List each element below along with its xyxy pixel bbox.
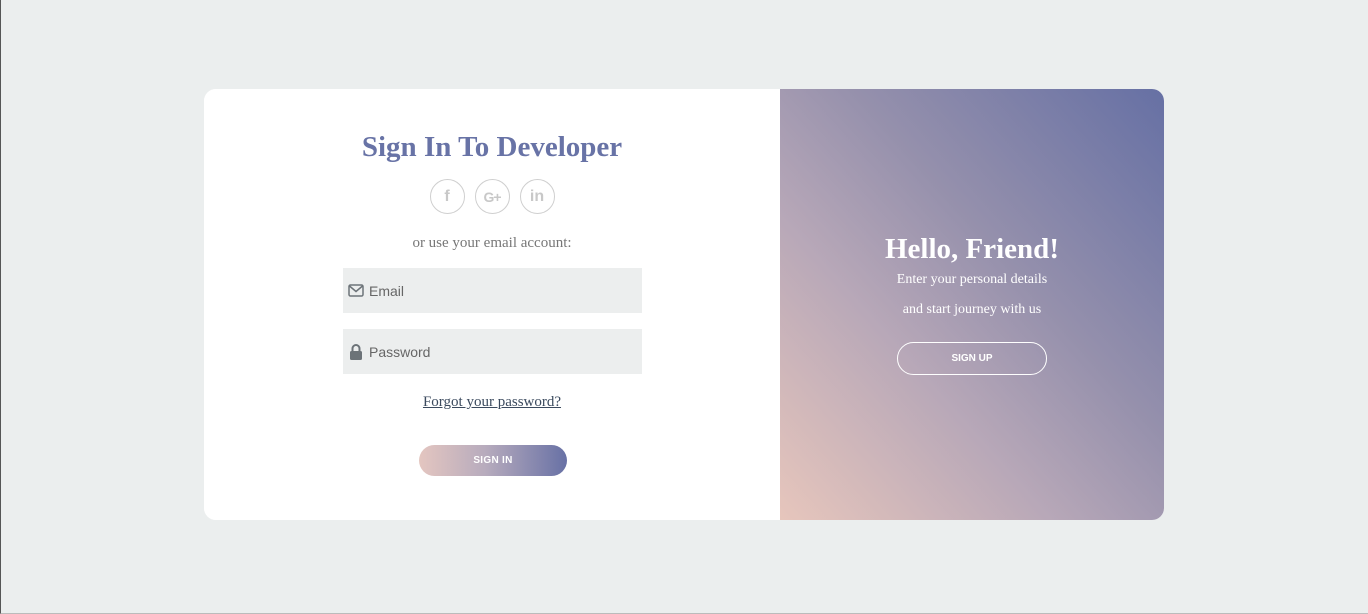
sign-in-title: Sign In To Developer bbox=[361, 131, 623, 163]
sign-up-button[interactable]: SIGN UP bbox=[897, 342, 1047, 375]
sign-up-text-line-1: Enter your personal details bbox=[896, 272, 1048, 287]
linkedin-icon[interactable]: in bbox=[519, 179, 555, 214]
hello-title: Hello, Friend! bbox=[885, 233, 1059, 265]
social-login-group: f G+ in bbox=[204, 179, 780, 214]
facebook-glyph: f bbox=[444, 187, 450, 205]
auth-card: Sign In To Developer f G+ in or use your… bbox=[204, 89, 1164, 520]
lock-icon bbox=[348, 343, 364, 360]
password-input[interactable] bbox=[369, 343, 629, 360]
envelope-icon bbox=[348, 283, 364, 299]
sign-in-button[interactable]: SIGN IN bbox=[419, 445, 567, 476]
sign-up-panel: Hello, Friend! Enter your personal detai… bbox=[780, 89, 1164, 520]
email-input[interactable] bbox=[369, 282, 629, 299]
google-plus-icon[interactable]: G+ bbox=[474, 179, 510, 214]
email-account-hint: or use your email account: bbox=[412, 235, 572, 251]
facebook-icon[interactable]: f bbox=[429, 179, 465, 214]
forgot-password-link[interactable]: Forgot your password? bbox=[423, 394, 561, 410]
email-field[interactable] bbox=[343, 268, 642, 313]
google-plus-glyph: G+ bbox=[483, 188, 501, 205]
password-field[interactable] bbox=[343, 329, 642, 374]
sign-in-panel: Sign In To Developer f G+ in or use your… bbox=[204, 89, 780, 520]
sign-up-text-line-2: and start journey with us bbox=[902, 302, 1042, 317]
forgot-password-row: Forgot your password? bbox=[204, 394, 780, 411]
linkedin-glyph: in bbox=[529, 187, 545, 205]
